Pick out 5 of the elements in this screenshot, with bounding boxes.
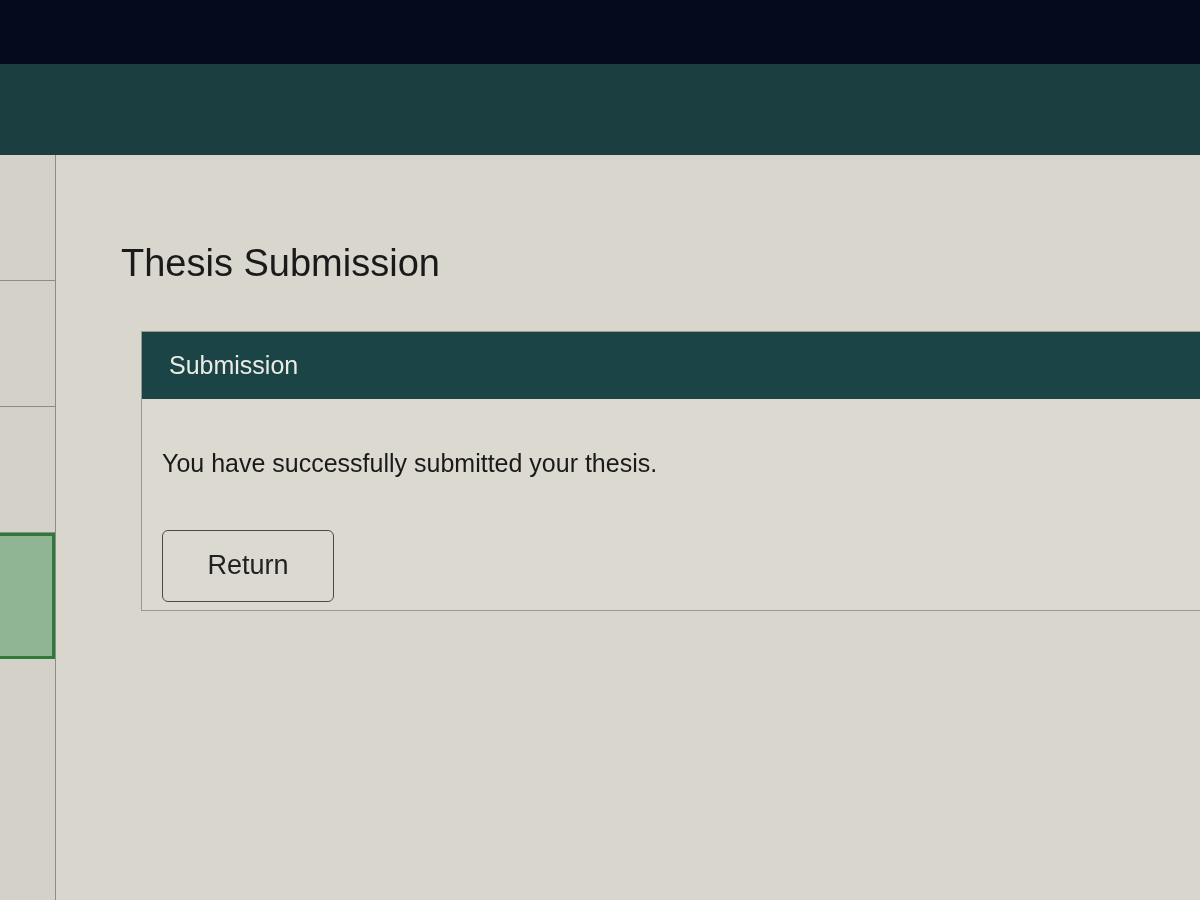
panel-title: Submission — [169, 350, 299, 380]
sidebar-item[interactable] — [0, 533, 55, 659]
success-message: You have successfully submitted your thesis. — [162, 448, 658, 478]
return-button[interactable]: Return — [162, 529, 334, 602]
page-title: Thesis Submission — [121, 241, 440, 286]
